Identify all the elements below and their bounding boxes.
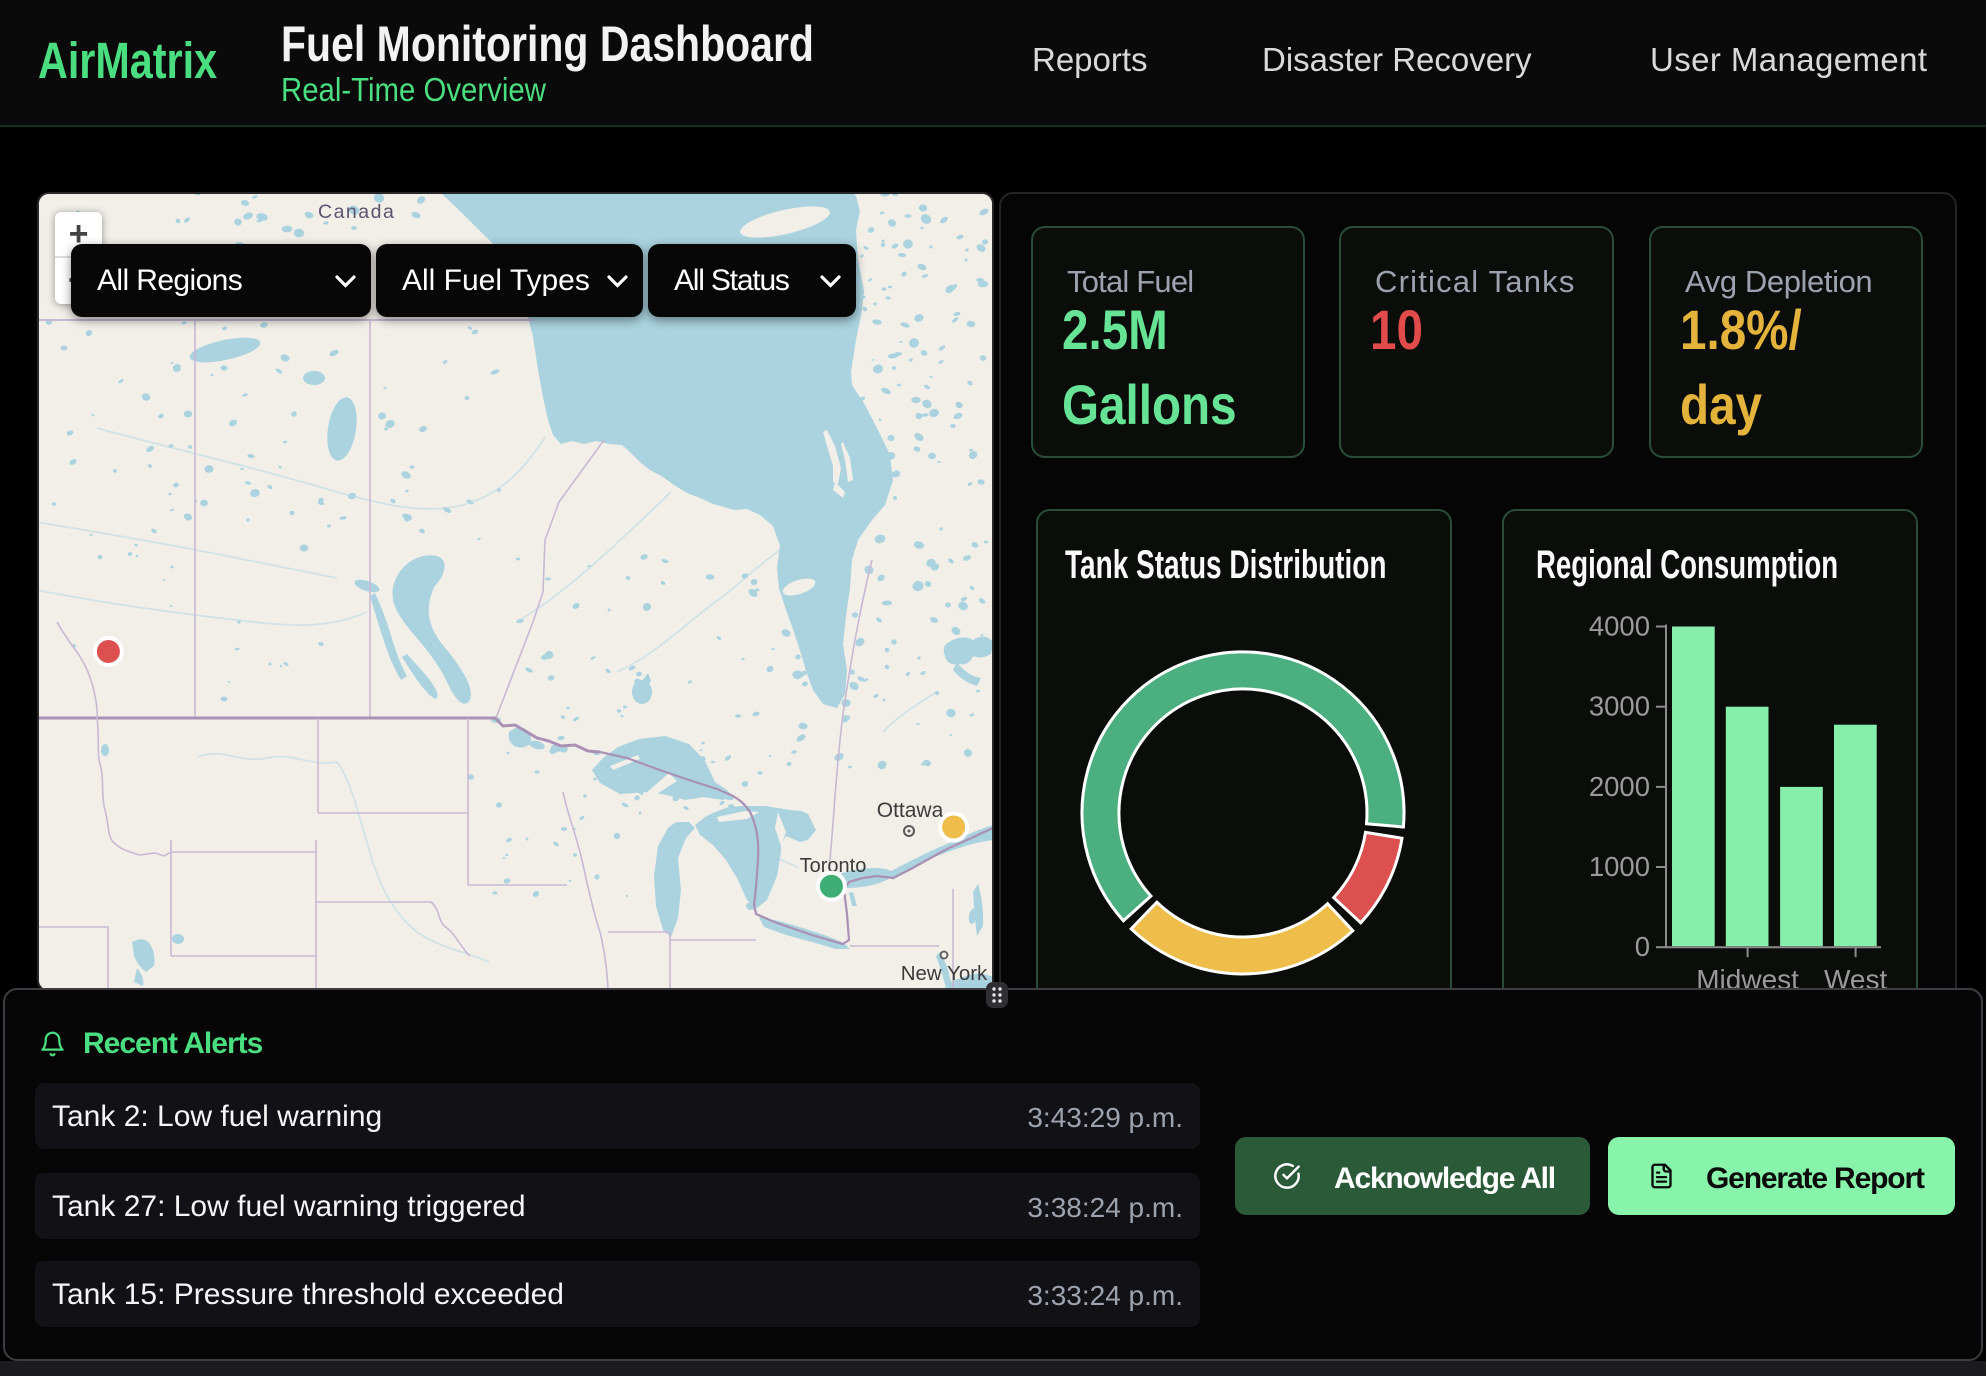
svg-text:Ottawa: Ottawa [877, 799, 944, 822]
svg-text:3000: 3000 [1589, 691, 1650, 722]
svg-text:0: 0 [1635, 931, 1650, 962]
svg-text:4000: 4000 [1589, 611, 1650, 642]
svg-text:1000: 1000 [1589, 851, 1650, 882]
svg-text:2000: 2000 [1589, 771, 1650, 802]
svg-text:New York: New York [901, 962, 988, 985]
svg-text:Canada: Canada [318, 201, 395, 223]
